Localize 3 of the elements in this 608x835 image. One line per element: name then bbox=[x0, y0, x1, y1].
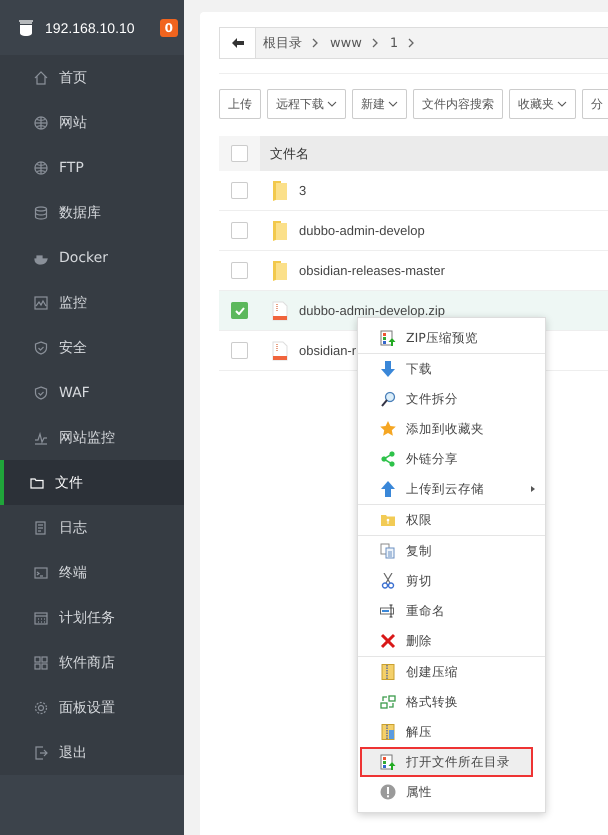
host-address: 192.168.10.10 bbox=[45, 20, 135, 36]
notification-badge: 0 bbox=[160, 18, 178, 36]
column-header: 文件名 bbox=[270, 146, 309, 162]
